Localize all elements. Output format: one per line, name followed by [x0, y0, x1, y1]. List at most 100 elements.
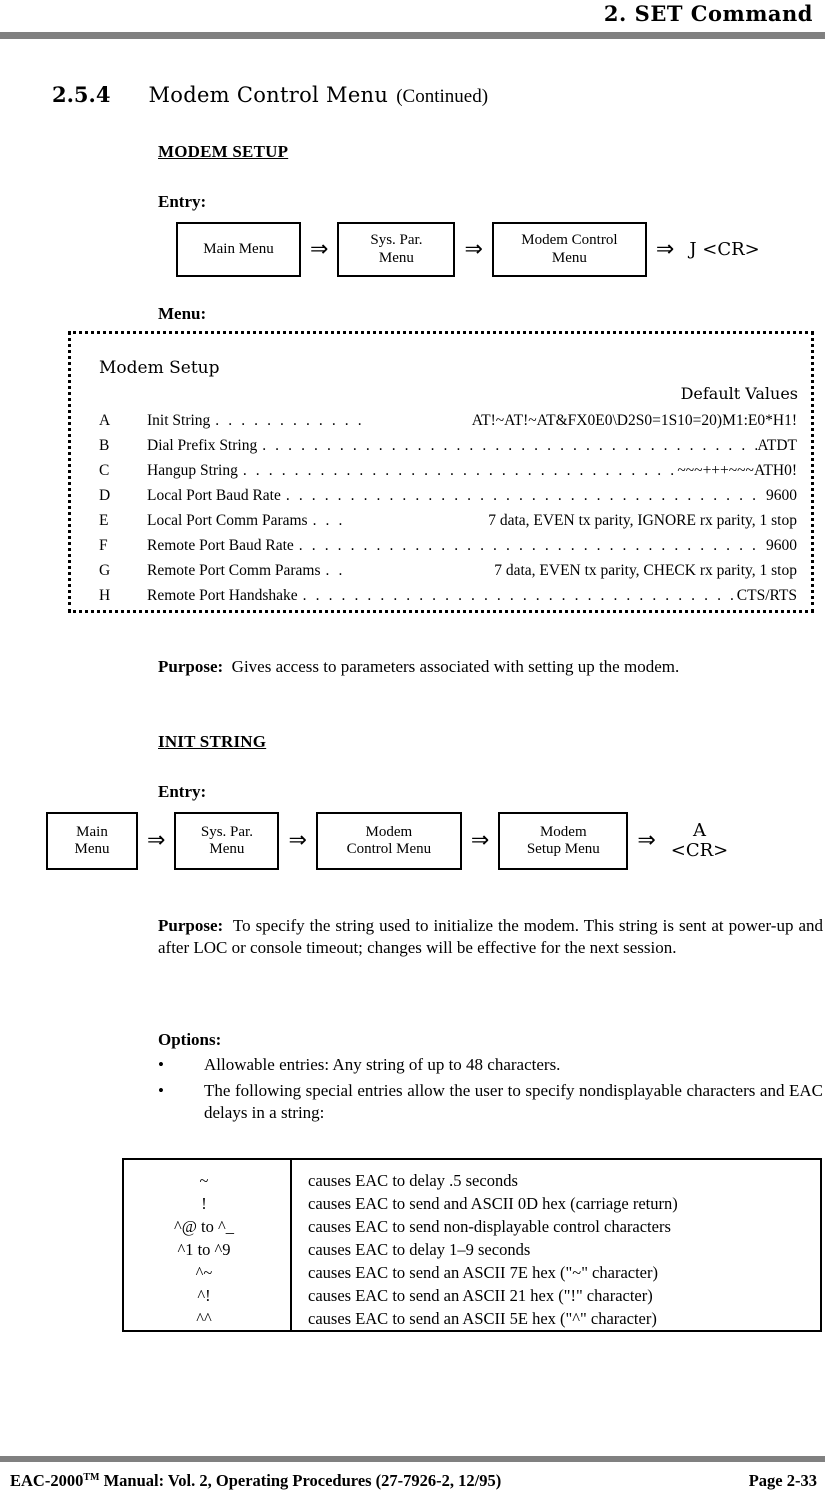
menu-row-label: Init String [147, 412, 211, 429]
section-heading: 2.5.4 Modem Control Menu (Continued) [52, 82, 488, 108]
flow-arrow-icon: ⇒ [147, 828, 166, 853]
purpose-label: Purpose: [158, 657, 224, 676]
chapter-title: 2. SET Command [603, 1, 813, 26]
menu-row-g[interactable]: G Remote Port Comm Params . . 7 data, EV… [71, 562, 811, 587]
flow-box-main-menu[interactable]: Main Menu [176, 222, 301, 277]
menu-row-key: H [99, 587, 111, 604]
menu-row-key: D [99, 487, 111, 504]
purpose-text: Gives access to parameters associated wi… [231, 657, 680, 676]
menu-row-key: B [99, 437, 110, 454]
menu-row-value: ATDT [757, 437, 797, 454]
footer-divider-rule [0, 1456, 825, 1462]
init-string-entry-label: Entry: [158, 782, 207, 801]
section-number: 2.5.4 [52, 82, 111, 107]
menu-row-label: Dial Prefix String [147, 437, 258, 454]
flow-arrow-icon: ⇒ [470, 828, 490, 853]
table-row: ^1 to ^9 causes EAC to delay 1–9 seconds [124, 1238, 820, 1261]
table-cell-code: ^! [124, 1284, 292, 1307]
menu-row-leader-dots: . . . . . . . . . . . . . . . . . . . . … [298, 537, 766, 554]
table-cell-desc: causes EAC to delay .5 seconds [308, 1170, 518, 1190]
init-string-purpose: Purpose: To specify the string used to i… [158, 915, 823, 960]
table-row: ! causes EAC to send and ASCII 0D hex (c… [124, 1192, 820, 1215]
flow-box-modem-control-menu[interactable]: Modem Control Menu [491, 222, 647, 277]
options-label: Options: [158, 1030, 222, 1049]
init-string-entry-flow: Main Menu ⇒ Sys. Par. Menu ⇒ Modem Contr… [46, 812, 728, 870]
flow-key-j-cr: J <CR> [689, 238, 760, 260]
menu-row-leader-dots: . . . . . . . . . . . . . . . . . . . . … [302, 587, 737, 604]
menu-row-label: Hangup String [147, 462, 238, 479]
menu-row-f[interactable]: F Remote Port Baud Rate . . . . . . . . … [71, 537, 811, 562]
table-cell-desc: causes EAC to send and ASCII 0D hex (car… [308, 1193, 678, 1213]
modem-setup-entry-flow: Main Menu ⇒ Sys. Par. Menu ⇒ Modem Contr… [176, 222, 760, 277]
menu-row-value: CTS/RTS [736, 587, 797, 604]
purpose-text: To specify the string used to initialize… [158, 916, 823, 958]
section-continued-note: (Continued) [396, 86, 489, 107]
menu-row-h[interactable]: H Remote Port Handshake . . . . . . . . … [71, 587, 811, 612]
table-row: ~ causes EAC to delay .5 seconds [124, 1169, 820, 1192]
flow-box-label: Modem Control Menu [346, 823, 432, 857]
table-cell-code: ^@ to ^_ [124, 1215, 292, 1238]
init-string-heading: INIT STRING [158, 732, 267, 751]
menu-row-label: Remote Port Comm Params [147, 562, 321, 579]
modem-setup-screen: Modem Setup Default Values A Init String… [68, 331, 814, 613]
table-cell-code: ~ [124, 1169, 292, 1192]
modem-setup-menu-label: Menu: [158, 304, 207, 323]
footer-manual-prefix: EAC-2000 [10, 1471, 84, 1490]
table-row: ^! causes EAC to send an ASCII 21 hex ("… [124, 1284, 820, 1307]
purpose-label: Purpose: [158, 916, 224, 935]
menu-row-label: Remote Port Baud Rate [147, 537, 294, 554]
table-row: ^@ to ^_ causes EAC to send non-displaya… [124, 1215, 820, 1238]
menu-row-d[interactable]: D Local Port Baud Rate . . . . . . . . .… [71, 487, 811, 512]
flow-box-modem-setup-menu[interactable]: Modem Setup Menu [498, 812, 629, 870]
menu-row-leader-dots: . . . . . . . . . . . . . . . . . . . . … [242, 462, 678, 479]
flow-box-main-menu[interactable]: Main Menu [46, 812, 138, 870]
menu-row-key: A [99, 412, 111, 429]
flow-key-a-cr: A <CR> [670, 820, 729, 861]
flow-box-label: Main Menu [203, 240, 274, 257]
footer-manual-rest: Manual: Vol. 2, Operating Procedures (27… [99, 1471, 502, 1490]
menu-row-e[interactable]: E Local Port Comm Params . . . 7 data, E… [71, 512, 811, 537]
flow-box-sys-par-menu[interactable]: Sys. Par. Menu [174, 812, 280, 870]
modem-setup-heading: MODEM SETUP [158, 142, 289, 161]
menu-row-value: 9600 [766, 537, 797, 554]
menu-row-key: E [99, 512, 109, 529]
table-spacer-row [124, 1160, 820, 1169]
menu-row-leader-dots: . . . . . . . . . . . . [215, 412, 365, 429]
table-cell-code: ! [124, 1192, 292, 1215]
option-text: Allowable entries: Any string of up to 4… [204, 1055, 561, 1074]
flow-box-modem-control-menu[interactable]: Modem Control Menu [315, 812, 462, 870]
modem-setup-purpose: Purpose: Gives access to parameters asso… [158, 656, 818, 678]
flow-box-sys-par-menu[interactable]: Sys. Par. Menu [337, 222, 456, 277]
flow-arrow-icon: ⇒ [310, 236, 329, 262]
menu-row-label: Local Port Baud Rate [147, 487, 281, 504]
bullet-icon: • [158, 1081, 164, 1100]
menu-row-key: G [99, 562, 111, 579]
option-text: The following special entries allow the … [204, 1081, 823, 1123]
flow-box-label: Sys. Par. Menu [370, 232, 423, 266]
flow-box-label: Main Menu [74, 823, 110, 857]
menu-row-c[interactable]: C Hangup String . . . . . . . . . . . . … [71, 462, 811, 487]
page-header: 2. SET Command [0, 0, 825, 40]
flow-arrow-icon: ⇒ [637, 828, 656, 853]
table-cell-code: ^^ [124, 1307, 292, 1330]
table-cell-desc [291, 1160, 820, 1169]
menu-row-leader-dots: . . [325, 562, 345, 579]
table-cell-desc: causes EAC to send non-displayable contr… [308, 1216, 671, 1236]
table-cell-desc: causes EAC to send an ASCII 7E hex ("~" … [308, 1262, 658, 1282]
menu-row-b[interactable]: B Dial Prefix String . . . . . . . . . .… [71, 437, 811, 462]
section-title: Modem Control Menu [148, 83, 389, 107]
table-cell-code [124, 1160, 292, 1169]
menu-row-label: Local Port Comm Params [147, 512, 308, 529]
menu-row-a[interactable]: A Init String . . . . . . . . . . . . AT… [71, 412, 811, 437]
menu-row-leader-dots: . . . [312, 512, 345, 529]
menu-row-key: C [99, 462, 110, 479]
flow-arrow-icon: ⇒ [288, 828, 307, 853]
table-row: ^~ causes EAC to send an ASCII 7E hex ("… [124, 1261, 820, 1284]
menu-row-leader-dots: . . . . . . . . . . . . . . . . . . . . … [262, 437, 757, 454]
menu-row-leader-dots: . . . . . . . . . . . . . . . . . . . . … [285, 487, 766, 504]
menu-row-key: F [99, 537, 108, 554]
table-cell-code: ^1 to ^9 [124, 1238, 292, 1261]
menu-row-value: AT!~AT!~AT&FX0E0\D2S0=1S10=20)M1:E0*H1! [471, 412, 797, 429]
header-divider-rule [0, 32, 825, 39]
table-cell-desc: causes EAC to send an ASCII 21 hex ("!" … [308, 1285, 653, 1305]
